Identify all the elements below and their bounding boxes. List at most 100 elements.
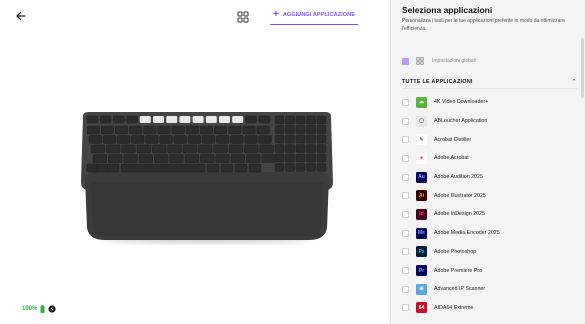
- list-item[interactable]: ✎ Acrobat Distiller: [402, 130, 577, 149]
- battery-percentage: 100%: [22, 306, 38, 312]
- keyboard-key: [200, 154, 215, 163]
- adobe-photoshop-icon: Ps: [416, 246, 427, 258]
- keyboard-key: [138, 154, 153, 163]
- keyboard-key: [316, 115, 327, 125]
- app-checkbox[interactable]: [402, 117, 409, 125]
- app-checkbox[interactable]: [402, 136, 409, 144]
- adobe-audition-icon: Au: [416, 171, 427, 183]
- keyboard-key: [228, 144, 243, 154]
- keyboard-key: [306, 163, 316, 172]
- list-item[interactable]: Ps Adobe Photoshop: [402, 243, 577, 262]
- global-settings-label: Impostazioni globali: [432, 58, 476, 64]
- list-item[interactable]: 64 AIDA64 Extreme: [402, 299, 577, 318]
- list-item[interactable]: ⊞ Advanced IP Scanner: [402, 280, 577, 299]
- keyboard-image: [81, 112, 333, 243]
- app-checkbox[interactable]: [402, 192, 409, 200]
- battery-icon: [40, 305, 45, 313]
- keyboard-key: [214, 125, 228, 135]
- keyboard-key: [100, 115, 112, 124]
- app-list: ☁ 4K Video Downloader+ ▢ ABLoucher Applicat…: [402, 93, 577, 317]
- keyboard-key: [285, 134, 295, 144]
- app-name: Adobe Illustrator 2025: [434, 192, 486, 199]
- keyboard-key: [115, 125, 129, 135]
- keyboard-key: [92, 154, 107, 163]
- keyboard-key: [216, 135, 230, 144]
- keyboard-key: [295, 115, 306, 125]
- app-checkbox[interactable]: [402, 304, 409, 312]
- advanced-ip-scanner-icon: ⊞: [416, 283, 427, 295]
- keyboard-key: [295, 153, 306, 163]
- keyboard-key: [215, 154, 230, 163]
- global-settings-row[interactable]: Impostazioni globali: [402, 53, 577, 69]
- app-name: Adobe Acrobat: [434, 155, 469, 162]
- keyboard-key: [228, 125, 242, 135]
- keyboard-key: [316, 144, 327, 153]
- keyboard-key: [136, 144, 151, 154]
- app-checkbox[interactable]: [402, 210, 409, 218]
- keyboard-key: [86, 125, 100, 135]
- list-item[interactable]: Pr Adobe Premiere Pro: [402, 261, 577, 280]
- keyboard-key: [295, 163, 306, 172]
- add-application-button[interactable]: + AGGIUNGI APPLICAZIONE: [270, 5, 358, 25]
- list-item[interactable]: Au Adobe Audition 2025: [402, 168, 577, 187]
- app-checkbox[interactable]: [402, 285, 409, 293]
- keyboard-key: [248, 163, 262, 173]
- app-checkbox[interactable]: [402, 154, 409, 162]
- keyboard-key: [274, 115, 285, 125]
- add-application-label: AGGIUNGI APPLICAZIONE: [282, 11, 356, 18]
- list-item[interactable]: Ai Adobe Illustrator 2025: [402, 186, 577, 205]
- keyboard-key: [295, 134, 306, 144]
- app-checkbox[interactable]: [402, 229, 409, 237]
- keyboard-key: [102, 135, 116, 144]
- app-checkbox[interactable]: [402, 173, 409, 181]
- app-name: Adobe Premiere Pro: [434, 267, 482, 274]
- keyboard-key: [285, 125, 295, 134]
- keyboard-key: [246, 154, 261, 163]
- app-checkbox[interactable]: [402, 98, 409, 106]
- keyboard-key: [202, 135, 215, 144]
- keyboard-key: [173, 135, 187, 144]
- keyboard-key: [106, 144, 121, 154]
- app-name: 4K Video Downloader+: [434, 99, 489, 106]
- panel-description: Personalizza i tasti per le tue applicaz…: [402, 18, 565, 32]
- keyboard-key: [100, 125, 114, 135]
- keyboard-key: [200, 125, 213, 135]
- global-settings-checkbox[interactable]: [402, 57, 409, 65]
- all-apps-section-toggle[interactable]: TUTTE LE APPLICAZIONI ⌃: [402, 75, 577, 89]
- list-item[interactable]: ▢ ABLoucher Application: [402, 112, 577, 131]
- keyboard-key: [198, 144, 213, 154]
- keyboard-key: [285, 115, 295, 125]
- app-name: Adobe Audition 2025: [434, 174, 483, 181]
- adobe-media-encoder-icon: Me: [416, 227, 427, 239]
- app-grid-button[interactable]: [237, 10, 249, 23]
- keyboard-key: [108, 154, 123, 163]
- grid-icon: [416, 57, 424, 65]
- keyboard-key: [316, 163, 327, 172]
- keyboard-key: [306, 144, 316, 153]
- keyboard-key: [106, 163, 120, 173]
- keyboard-key: [274, 153, 285, 163]
- keyboard-key: [167, 144, 182, 154]
- abloucher-icon: ▢: [416, 115, 427, 127]
- list-item[interactable]: Me Adobe Media Encoder 2025: [402, 224, 577, 243]
- keyboard-key: [245, 115, 257, 124]
- keyboard-key: [157, 125, 171, 135]
- list-item[interactable]: Id Adobe InDesign 2025: [402, 205, 577, 224]
- keyboard-key: [126, 115, 138, 124]
- keyboard-key: [154, 154, 169, 163]
- keyboard-key: [316, 134, 327, 144]
- back-button[interactable]: [14, 9, 28, 23]
- keyboard-key: [187, 135, 201, 144]
- app-checkbox[interactable]: [402, 267, 409, 275]
- keyboard-key: [206, 163, 220, 173]
- keyboard-key: [295, 144, 306, 153]
- list-item[interactable]: ♠ Adobe Acrobat: [402, 149, 577, 168]
- keyboard-key: [113, 115, 125, 124]
- app-checkbox[interactable]: [402, 248, 409, 256]
- keyboard-key: [259, 144, 274, 154]
- keyboard-key: [244, 135, 258, 144]
- keyboard-key: [192, 116, 204, 123]
- list-item[interactable]: ☁ 4K Video Downloader+: [402, 93, 577, 112]
- panel-scrollbar[interactable]: [581, 38, 584, 98]
- app-name: ABLoucher Application: [434, 118, 488, 125]
